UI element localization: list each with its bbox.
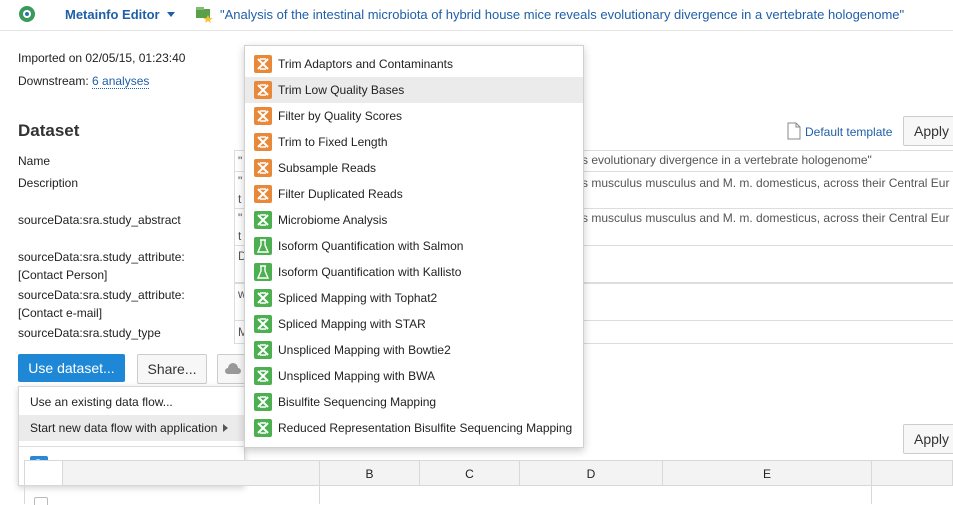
app-menu-item[interactable]: Isoform Quantification with Salmon bbox=[245, 233, 583, 259]
app-menu-item[interactable]: Filter by Quality Scores bbox=[245, 103, 583, 129]
table-col-f[interactable] bbox=[871, 460, 953, 486]
name-field-value: " bbox=[238, 154, 243, 168]
mapping-icon bbox=[254, 315, 272, 333]
name-field-right-text: s evolutionary divergence in a vertebrat… bbox=[582, 153, 872, 167]
apply-button-2[interactable]: Apply bbox=[903, 424, 953, 454]
flask-icon bbox=[254, 237, 272, 255]
mapping-icon bbox=[254, 341, 272, 359]
app-menu-item-label: Isoform Quantification with Salmon bbox=[278, 239, 464, 253]
dataset-heading: Dataset bbox=[18, 121, 80, 140]
default-template-link[interactable]: Default template bbox=[805, 125, 892, 139]
table-row bbox=[24, 485, 953, 504]
flask-icon bbox=[254, 263, 272, 281]
study-abstract-field-extra: t bbox=[238, 229, 242, 243]
mapping-icon bbox=[254, 289, 272, 307]
table-col-e[interactable]: E bbox=[662, 460, 872, 486]
app-menu-item[interactable]: Unspliced Mapping with Bowtie2 bbox=[245, 337, 583, 363]
trim-icon bbox=[254, 185, 272, 203]
table-col-a bbox=[62, 460, 320, 486]
app-menu-item[interactable]: Unspliced Mapping with BWA bbox=[245, 363, 583, 389]
document-icon[interactable] bbox=[787, 122, 801, 140]
share-button[interactable]: Share... bbox=[137, 354, 207, 384]
app-menu-item-label: Microbiome Analysis bbox=[278, 213, 388, 227]
app-menu-item-label: Spliced Mapping with STAR bbox=[278, 317, 426, 331]
app-menu-item-label: Bisulfite Sequencing Mapping bbox=[278, 395, 437, 409]
apply-button[interactable]: Apply bbox=[903, 116, 953, 146]
app-menu-item[interactable]: Subsample Reads bbox=[245, 155, 583, 181]
chevron-right-icon bbox=[223, 424, 228, 432]
study-abstract-field-right-text: s musculus musculus and M. m. domesticus… bbox=[582, 211, 950, 225]
table-col-b[interactable]: B bbox=[319, 460, 420, 486]
study-icon bbox=[196, 7, 213, 23]
cloud-upload-icon bbox=[225, 363, 241, 374]
mapping-icon bbox=[254, 419, 272, 437]
description-field-value: " bbox=[238, 174, 243, 188]
app-menu-item-label: Trim Adaptors and Contaminants bbox=[278, 57, 453, 71]
app-menu-item-label: Subsample Reads bbox=[278, 161, 377, 175]
table-col-c[interactable]: C bbox=[419, 460, 520, 486]
app-menu-item-label: Isoform Quantification with Kallisto bbox=[278, 265, 462, 279]
app-menu-item[interactable]: Spliced Mapping with STAR bbox=[245, 311, 583, 337]
app-menu-item[interactable]: Trim Low Quality Bases bbox=[245, 77, 583, 103]
genestack-logo-icon[interactable] bbox=[18, 5, 36, 23]
app-menu-item[interactable]: Microbiome Analysis bbox=[245, 207, 583, 233]
use-existing-flow-label: Use an existing data flow... bbox=[30, 395, 173, 409]
downstream-label-text: Downstream: bbox=[18, 74, 89, 88]
app-menu-item[interactable]: Isoform Quantification with Kallisto bbox=[245, 259, 583, 285]
field-label-name: Name bbox=[18, 154, 51, 168]
app-menu-item-label: Unspliced Mapping with Bowtie2 bbox=[278, 343, 451, 357]
mapping-icon bbox=[254, 367, 272, 385]
table-divider bbox=[319, 485, 320, 504]
application-menu: Trim Adaptors and Contaminants Trim Low Q… bbox=[244, 45, 584, 448]
field-label-contact-email-sub: [Contact e-mail] bbox=[18, 306, 103, 320]
app-menu-item-label: Unspliced Mapping with BWA bbox=[278, 369, 435, 383]
field-label-study-abstract: sourceData:sra.study_abstract bbox=[18, 213, 181, 227]
field-label-contact-person: sourceData:sra.study_attribute: bbox=[18, 250, 185, 264]
description-field-extra: t bbox=[238, 192, 242, 206]
field-label-description: Description bbox=[18, 176, 79, 190]
mapping-icon bbox=[254, 393, 272, 411]
app-title[interactable]: Metainfo Editor bbox=[65, 7, 160, 22]
trim-icon bbox=[254, 159, 272, 177]
downstream-link[interactable]: 6 analyses bbox=[92, 74, 150, 89]
app-menu-item-label: Trim Low Quality Bases bbox=[278, 83, 405, 97]
app-menu-item-label: Filter Duplicated Reads bbox=[278, 187, 403, 201]
dropdown-divider bbox=[19, 446, 244, 447]
app-menu-item-label: Reduced Representation Bisulfite Sequenc… bbox=[278, 421, 573, 435]
description-field-right-text: s musculus musculus and M. m. domesticus… bbox=[582, 176, 950, 190]
use-dataset-button[interactable]: Use dataset... bbox=[18, 354, 125, 382]
downstream-label: Downstream: 6 analyses bbox=[18, 74, 150, 89]
table-divider bbox=[871, 485, 872, 504]
app-menu-item[interactable]: Bisulfite Sequencing Mapping bbox=[245, 389, 583, 415]
trim-icon bbox=[254, 55, 272, 73]
trim-icon bbox=[254, 81, 272, 99]
study-abstract-field-value: " bbox=[238, 211, 243, 225]
trim-icon bbox=[254, 107, 272, 125]
field-label-contact-person-sub: [Contact Person] bbox=[18, 268, 108, 282]
table-col-d[interactable]: D bbox=[519, 460, 663, 486]
app-menu-item[interactable]: Trim Adaptors and Contaminants bbox=[245, 51, 583, 77]
use-existing-flow-item[interactable]: Use an existing data flow... bbox=[19, 389, 244, 415]
imported-date: Imported on 02/05/15, 01:23:40 bbox=[18, 51, 186, 65]
app-menu-item-label: Trim to Fixed Length bbox=[278, 135, 388, 149]
project-title[interactable]: "Analysis of the intestinal microbiota o… bbox=[220, 7, 904, 22]
field-label-study-type: sourceData:sra.study_type bbox=[18, 326, 161, 340]
field-label-contact-email: sourceData:sra.study_attribute: bbox=[18, 288, 185, 302]
mapping-icon bbox=[254, 211, 272, 229]
app-menu-item-label: Filter by Quality Scores bbox=[278, 109, 403, 123]
app-menu-item[interactable]: Trim to Fixed Length bbox=[245, 129, 583, 155]
app-menu-item-label: Spliced Mapping with Tophat2 bbox=[278, 291, 438, 305]
app-menu-item[interactable]: Filter Duplicated Reads bbox=[245, 181, 583, 207]
trim-icon bbox=[254, 133, 272, 151]
chevron-down-icon[interactable] bbox=[167, 12, 175, 17]
table-corner bbox=[24, 460, 63, 486]
start-new-flow-label: Start new data flow with application bbox=[30, 421, 218, 435]
app-menu-item[interactable]: Spliced Mapping with Tophat2 bbox=[245, 285, 583, 311]
start-new-flow-item[interactable]: Start new data flow with application bbox=[19, 415, 244, 441]
app-menu-item[interactable]: Reduced Representation Bisulfite Sequenc… bbox=[245, 415, 583, 441]
